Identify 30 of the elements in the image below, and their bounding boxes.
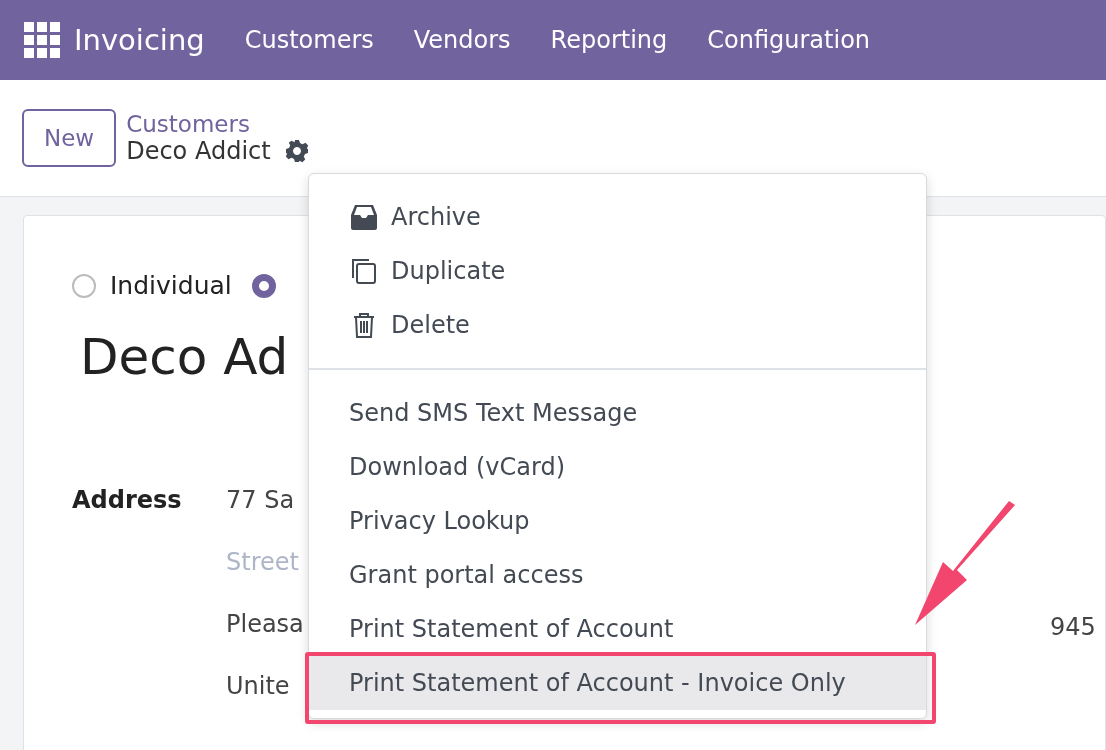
menu-item[interactable]: Print Statement of Account bbox=[309, 602, 926, 656]
nav-menu-item[interactable]: Configuration bbox=[687, 26, 891, 54]
nav-menu-item[interactable]: Vendors bbox=[393, 26, 531, 54]
copy-icon bbox=[349, 256, 379, 286]
menu-item[interactable]: Privacy Lookup bbox=[309, 494, 926, 548]
gear-icon[interactable] bbox=[284, 139, 309, 163]
menu-item[interactable]: Download (vCard) bbox=[309, 440, 926, 494]
country-field[interactable]: Unite bbox=[226, 672, 304, 700]
new-button[interactable]: New bbox=[22, 109, 117, 167]
menu-item[interactable]: Send SMS Text Message bbox=[309, 386, 926, 440]
record-title: Deco Addict bbox=[126, 137, 271, 165]
menu-item[interactable]: Duplicate bbox=[309, 244, 926, 298]
city-field[interactable]: Pleasa bbox=[226, 610, 304, 638]
nav-menu-item[interactable]: Customers bbox=[224, 26, 394, 54]
app-name[interactable]: Invoicing bbox=[74, 23, 205, 57]
radio-label: Individual bbox=[110, 271, 232, 300]
nav-menu-item[interactable]: Reporting bbox=[530, 26, 688, 54]
radio-button[interactable] bbox=[251, 273, 276, 298]
street-field[interactable]: 77 Sa bbox=[226, 486, 304, 514]
partner-name: Deco Ad bbox=[80, 328, 289, 386]
app-grid-icon[interactable] bbox=[24, 22, 60, 58]
menu-item[interactable]: Grant portal access bbox=[309, 548, 926, 602]
inbox-icon bbox=[349, 202, 379, 232]
zip-field[interactable]: 945 bbox=[1050, 613, 1096, 641]
radio-button[interactable] bbox=[72, 273, 96, 298]
menu-item[interactable]: Archive bbox=[309, 190, 926, 244]
menu-item[interactable]: Delete bbox=[309, 298, 926, 352]
field-label: Address bbox=[72, 486, 183, 516]
menu-item[interactable]: Print Statement of Account - Invoice Only bbox=[309, 656, 926, 710]
breadcrumb-link[interactable]: Customers bbox=[126, 111, 309, 137]
